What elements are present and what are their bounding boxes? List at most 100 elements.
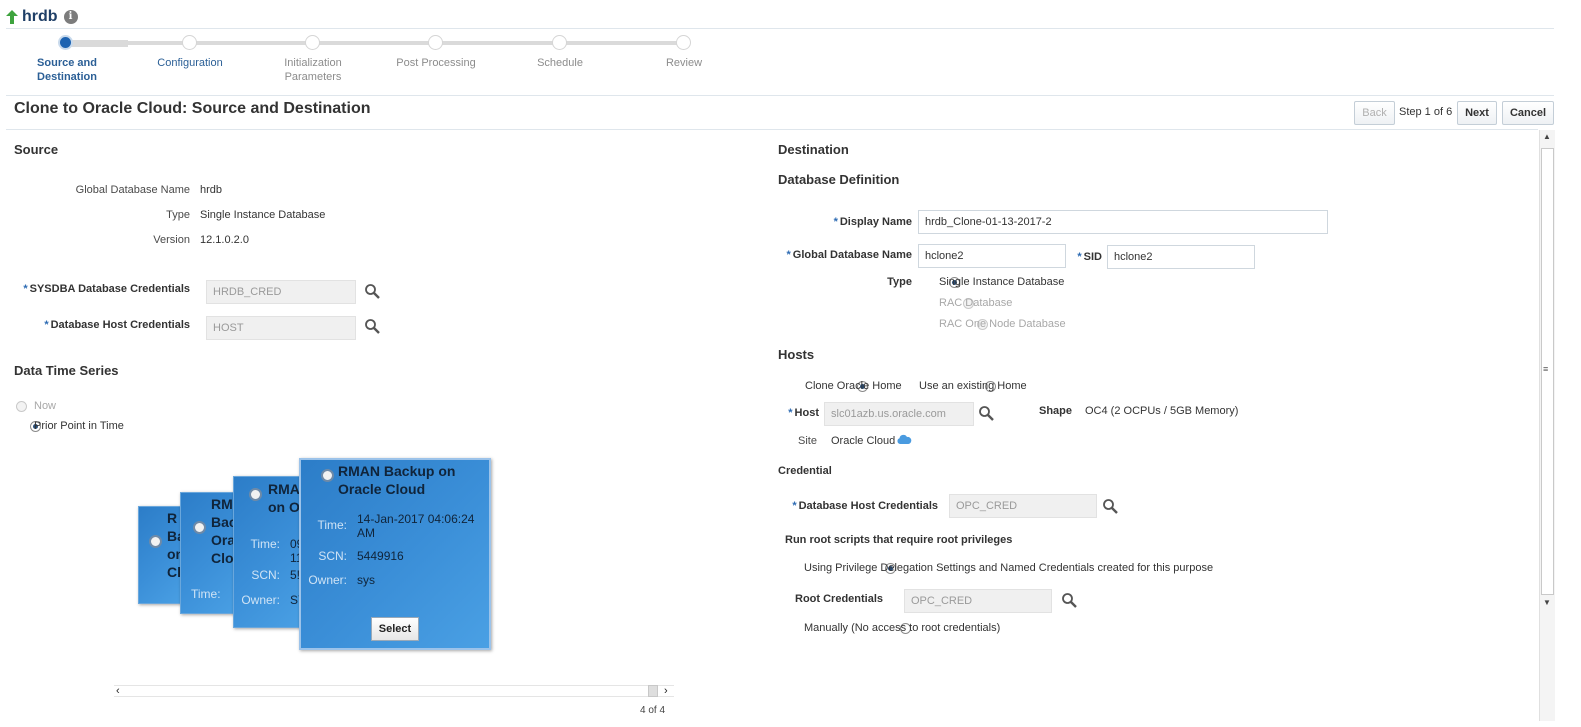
train-stop-configuration[interactable] bbox=[182, 35, 197, 50]
backup-card-3[interactable]: RMA on O Time: 09 11 SCN: 5! Owner: SY bbox=[233, 476, 305, 628]
source-version-label: Version bbox=[153, 234, 190, 246]
train-divider bbox=[6, 95, 1554, 96]
gear-icon bbox=[193, 521, 206, 534]
backup-time-key: Time: bbox=[317, 518, 347, 532]
required-mark: * bbox=[23, 283, 28, 295]
radio-privilege-delegation-label[interactable]: Using Privilege Delegation Settings and … bbox=[804, 562, 1213, 574]
select-button[interactable]: Select bbox=[371, 617, 419, 641]
radio-single-instance-label[interactable]: Single Instance Database bbox=[939, 276, 1064, 288]
carousel-scrollbar[interactable] bbox=[114, 685, 674, 697]
time-series-heading: Data Time Series bbox=[14, 363, 119, 378]
shape-label: Shape bbox=[1039, 405, 1073, 417]
dest-global-db-name-label: * Global Database Name bbox=[786, 249, 913, 261]
app-title: hrdb bbox=[22, 8, 58, 25]
page-title: Clone to Oracle Cloud: Source and Destin… bbox=[14, 100, 371, 117]
root-credentials-input[interactable]: OPC_CRED bbox=[904, 589, 1052, 613]
title-row: hrdb i bbox=[6, 6, 78, 28]
train-stop-initialization bbox=[305, 35, 320, 50]
source-global-db-name-label: Global Database Name bbox=[75, 184, 190, 196]
dest-global-db-name-input[interactable]: hclone2 bbox=[918, 244, 1066, 268]
sid-label: * SID bbox=[1077, 251, 1102, 263]
source-type-label: Type bbox=[166, 209, 190, 221]
backup-owner-key: Owner: bbox=[308, 573, 347, 587]
train-stop-review bbox=[676, 35, 691, 50]
radio-now bbox=[16, 401, 27, 412]
radio-now-label: Now bbox=[34, 400, 57, 412]
chevron-right-icon[interactable]: › bbox=[664, 685, 668, 697]
search-icon[interactable] bbox=[1102, 498, 1118, 514]
cloud-icon bbox=[897, 434, 912, 444]
radio-clone-home-label[interactable]: Clone Oracle Home bbox=[805, 380, 902, 392]
backup-card-4[interactable]: RMAN Backup on Oracle Cloud Time: 14-Jan-… bbox=[299, 458, 491, 650]
train-stop-post-processing bbox=[428, 35, 443, 50]
radio-rac-label: RAC Database bbox=[939, 297, 1013, 309]
hosts-heading: Hosts bbox=[778, 347, 815, 362]
train-label-source[interactable]: Source and Destination bbox=[12, 56, 122, 84]
cancel-button[interactable]: Cancel bbox=[1502, 101, 1554, 125]
train-label-initialization: Initialization Parameters bbox=[284, 57, 342, 83]
site-value: Oracle Cloud bbox=[831, 435, 896, 447]
carousel-pager: 4 of 4 bbox=[640, 705, 666, 716]
train-stop-schedule bbox=[552, 35, 567, 50]
radio-manually-label[interactable]: Manually (No access to root credentials) bbox=[804, 622, 1000, 634]
sid-input[interactable]: hclone2 bbox=[1107, 245, 1255, 269]
root-credentials-label: Root Credentials bbox=[795, 593, 884, 605]
display-name-label: * Display Name bbox=[833, 216, 912, 228]
scroll-grip-icon: ≡ bbox=[1543, 364, 1549, 374]
root-scripts-heading: Run root scripts that require root privi… bbox=[785, 534, 1013, 546]
search-icon[interactable] bbox=[364, 318, 380, 334]
train-track bbox=[66, 41, 684, 45]
header-divider bbox=[6, 28, 1554, 29]
backup-time-value: 14-Jan-2017 04:06:24 AM bbox=[357, 512, 475, 540]
gear-icon bbox=[149, 535, 162, 548]
sysdba-credentials-label: * SYSDBA Database Credentials bbox=[23, 283, 190, 295]
search-icon[interactable] bbox=[1061, 592, 1077, 608]
dest-host-credentials-input[interactable]: OPC_CRED bbox=[949, 494, 1097, 518]
backup-owner-value: sys bbox=[357, 573, 375, 587]
host-credentials-label: * Database Host Credentials bbox=[44, 319, 190, 331]
step-indicator: Step 1 of 6 bbox=[1399, 106, 1453, 118]
scroll-up-icon[interactable]: ▲ bbox=[1543, 132, 1551, 141]
credential-heading: Credential bbox=[778, 465, 832, 477]
train-label-configuration[interactable]: Configuration bbox=[135, 56, 245, 70]
host-label: * Host bbox=[788, 407, 819, 419]
source-version-value: 12.1.0.2.0 bbox=[200, 234, 249, 246]
search-icon[interactable] bbox=[978, 405, 994, 421]
backup-scn-key: SCN: bbox=[318, 549, 347, 563]
gear-icon bbox=[321, 469, 334, 482]
shape-value: OC4 (2 OCPUs / 5GB Memory) bbox=[1085, 405, 1239, 417]
train-stop-source[interactable] bbox=[58, 35, 73, 50]
gear-icon bbox=[249, 488, 262, 501]
train-label-schedule: Schedule bbox=[537, 57, 583, 69]
backup-card-1[interactable]: R Ba on Cl bbox=[138, 506, 186, 604]
train-label-post-processing: Post Processing bbox=[396, 57, 476, 69]
scroll-down-icon[interactable]: ▼ bbox=[1543, 598, 1551, 607]
carousel-scroll-thumb[interactable] bbox=[648, 685, 658, 697]
sysdba-credentials-input[interactable]: HRDB_CRED bbox=[206, 280, 356, 304]
next-button[interactable]: Next bbox=[1457, 101, 1497, 125]
chevron-left-icon[interactable]: ‹ bbox=[116, 685, 120, 697]
dest-type-label: Type bbox=[887, 276, 912, 288]
database-definition-heading: Database Definition bbox=[778, 172, 900, 187]
site-label: Site bbox=[798, 435, 817, 447]
host-input[interactable]: slc01azb.us.oracle.com bbox=[824, 402, 974, 426]
display-name-input[interactable]: hrdb_Clone-01-13-2017-2 bbox=[918, 210, 1328, 234]
source-heading: Source bbox=[14, 142, 59, 157]
train-label-review: Review bbox=[665, 57, 703, 69]
title-divider bbox=[6, 129, 1538, 130]
search-icon[interactable] bbox=[364, 283, 380, 299]
back-button[interactable]: Back bbox=[1354, 101, 1395, 125]
dest-host-credentials-label: * Database Host Credentials bbox=[792, 500, 938, 512]
radio-rac-one-node-label: RAC One Node Database bbox=[939, 318, 1066, 330]
info-icon[interactable]: i bbox=[63, 10, 78, 24]
train-progress bbox=[66, 40, 128, 47]
up-arrow-icon[interactable] bbox=[6, 10, 18, 24]
backup-scn-value: 5449916 bbox=[357, 549, 404, 563]
radio-existing-home-label[interactable]: Use an existing Home bbox=[919, 380, 1027, 392]
host-credentials-input[interactable]: HOST bbox=[206, 316, 356, 340]
source-global-db-name-value: hrdb bbox=[200, 184, 223, 196]
backup-card-2[interactable]: RM Bac Ora Clo Time: bbox=[180, 492, 240, 614]
source-type-value: Single Instance Database bbox=[200, 209, 326, 221]
radio-prior-point-label[interactable]: Prior Point in Time bbox=[34, 420, 124, 432]
destination-heading: Destination bbox=[778, 142, 849, 157]
